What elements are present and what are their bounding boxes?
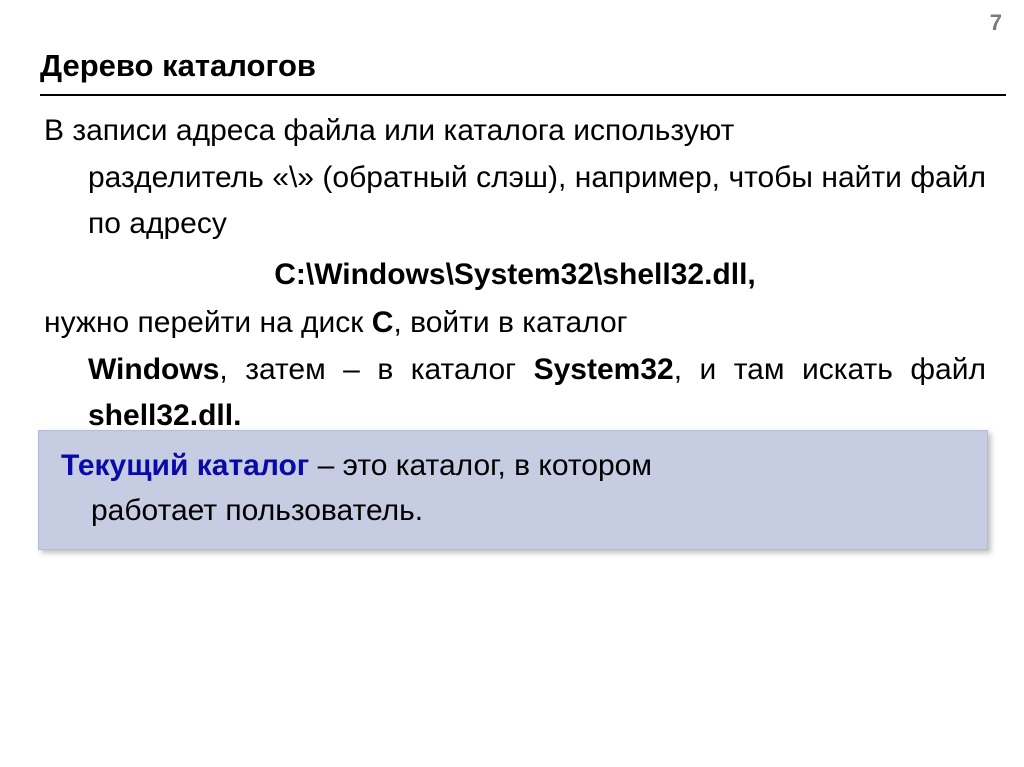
paragraph-1: В записи адреса файла или каталога испол… bbox=[44, 108, 986, 248]
file-path: C:\Windows\System32\shell32.dll, bbox=[44, 252, 986, 299]
definition-callout: Текущий каталог – это каталог, в котором… bbox=[38, 430, 988, 550]
definition-term: Текущий каталог bbox=[61, 449, 309, 482]
p1-continuation: разделитель «\» (обратный слэш), наприме… bbox=[44, 155, 986, 248]
p2-seg-e: , затем – в каталог bbox=[219, 353, 533, 386]
p2-seg-c: , войти в каталог bbox=[393, 306, 627, 339]
drive-letter: C bbox=[372, 306, 394, 339]
definition-rest-line1: – это каталог, в котором bbox=[309, 449, 652, 482]
slide: 7 Дерево каталогов В записи адреса файла… bbox=[0, 0, 1024, 767]
title-underline bbox=[40, 94, 1006, 96]
file-shell32: shell32.dll. bbox=[88, 399, 241, 432]
paragraph-2: нужно перейти на диск C, войти в каталог… bbox=[44, 300, 986, 440]
body-text: В записи адреса файла или каталога испол… bbox=[44, 108, 986, 440]
page-number: 7 bbox=[990, 10, 1002, 36]
folder-windows: Windows bbox=[88, 353, 219, 386]
definition-line2: работает пользователь. bbox=[61, 488, 965, 533]
page-title: Дерево каталогов bbox=[40, 48, 316, 84]
folder-system32: System32 bbox=[534, 353, 674, 386]
p1-first-line: В записи адреса файла или каталога испол… bbox=[44, 114, 734, 147]
p2-seg-g: , и там искать файл bbox=[674, 353, 986, 386]
p2-seg-a: нужно перейти на диск bbox=[44, 306, 372, 339]
